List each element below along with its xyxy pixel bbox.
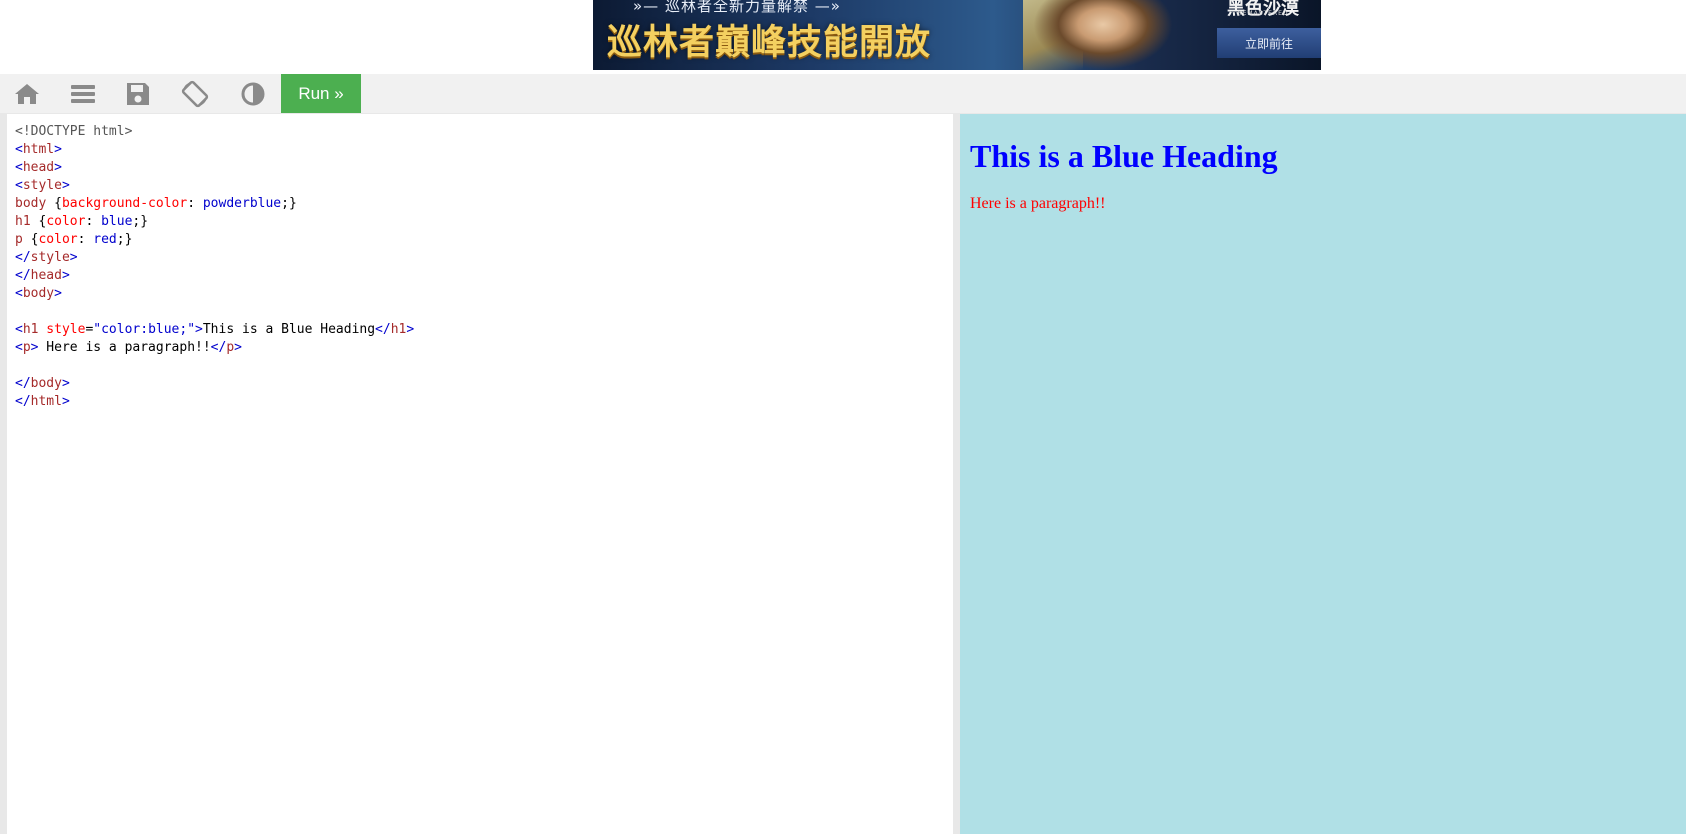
theme-toggle-button[interactable] xyxy=(226,74,280,113)
code-token: > xyxy=(69,250,78,265)
code-token: > xyxy=(234,340,242,355)
run-button[interactable]: Run » xyxy=(281,74,361,113)
code-token: : xyxy=(77,232,94,247)
code-token: head xyxy=(22,160,55,175)
code-token: > xyxy=(61,376,70,391)
code-token: p xyxy=(226,340,235,355)
code-content[interactable]: <!DOCTYPE html> <html> <head> <style> body {… xyxy=(15,123,414,411)
code-token: < xyxy=(15,160,23,175)
code-token: background-color xyxy=(61,196,188,211)
home-icon xyxy=(15,83,39,104)
code-line: <head> xyxy=(15,159,414,177)
code-line: p {color: red;} xyxy=(15,231,414,249)
code-token: > xyxy=(61,178,70,193)
code-token: p xyxy=(15,232,31,247)
code-token: html xyxy=(30,394,62,409)
code-token: > xyxy=(61,394,70,409)
main-area: <!DOCTYPE html> <html> <head> <style> body {… xyxy=(0,113,1686,834)
code-token: > xyxy=(54,286,62,301)
rotate-layout-button[interactable] xyxy=(168,74,222,113)
code-token: style xyxy=(30,250,70,265)
code-token: </ xyxy=(375,322,391,337)
ad-headline: 巡林者巔峰技能開放 xyxy=(607,23,932,63)
code-token: > xyxy=(54,142,62,157)
code-token: powderblue xyxy=(202,196,282,211)
code-token: style xyxy=(22,178,62,193)
code-token: style xyxy=(38,322,86,337)
code-token: blue xyxy=(101,214,133,229)
ad-logo-subtitle: REMASTERED xyxy=(1237,10,1289,17)
code-line: </style> xyxy=(15,249,414,267)
code-editor[interactable]: <!DOCTYPE html> <html> <head> <style> body {… xyxy=(7,114,953,834)
code-token: color xyxy=(46,214,86,229)
code-token: { xyxy=(54,196,62,211)
code-token: </ xyxy=(15,376,31,391)
ad-area: »— 巡林者全新力量解禁 —» 巡林者巔峰技能開放 黑色沙漠 REMASTERE… xyxy=(0,0,1686,74)
code-token: > xyxy=(61,268,70,283)
code-token: body xyxy=(15,196,55,211)
code-token: body xyxy=(30,376,62,391)
ad-cta-button[interactable]: 立即前往 xyxy=(1217,28,1321,58)
ad-banner[interactable]: »— 巡林者全新力量解禁 —» 巡林者巔峰技能開放 黑色沙漠 REMASTERE… xyxy=(593,0,1321,70)
code-token: head xyxy=(30,268,62,283)
code-token: h1 xyxy=(15,214,39,229)
code-token: p xyxy=(22,340,31,355)
code-token: < xyxy=(15,340,23,355)
code-token: < xyxy=(15,322,23,337)
code-token: : xyxy=(85,214,102,229)
code-token: > xyxy=(54,160,62,175)
code-line: <p> Here is a paragraph!!</p> xyxy=(15,339,414,357)
code-token: </ xyxy=(15,268,31,283)
code-token: </ xyxy=(15,394,31,409)
ad-character-image xyxy=(1033,0,1173,70)
result-frame: This is a Blue Heading Here is a paragra… xyxy=(960,114,1686,834)
menu-button[interactable] xyxy=(56,74,110,113)
rotate-icon xyxy=(181,80,209,107)
save-icon xyxy=(127,82,149,105)
code-token: h1 xyxy=(22,322,39,337)
code-token: </ xyxy=(15,250,31,265)
code-token: ;} xyxy=(281,196,297,211)
code-line: </head> xyxy=(15,267,414,285)
menu-icon xyxy=(71,84,95,103)
code-token: color xyxy=(38,232,78,247)
code-token: body xyxy=(22,286,55,301)
code-token: < xyxy=(15,286,23,301)
home-button[interactable] xyxy=(0,74,54,113)
code-token: ;} xyxy=(116,232,133,247)
code-token: h1 xyxy=(390,322,407,337)
code-token: ;} xyxy=(132,214,149,229)
code-token: > xyxy=(406,322,415,337)
code-token: red xyxy=(93,232,117,247)
result-paragraph: Here is a paragraph!! xyxy=(970,195,1106,212)
code-line: <body> xyxy=(15,285,414,303)
code-token: html xyxy=(22,142,55,157)
code-token: "color:blue;" xyxy=(93,322,196,337)
code-line: <!DOCTYPE html> xyxy=(15,123,414,141)
code-token: < xyxy=(15,142,23,157)
code-line: h1 {color: blue;} xyxy=(15,213,414,231)
toolbar: Run » xyxy=(0,74,1686,113)
code-line: body {background-color: powderblue;} xyxy=(15,195,414,213)
code-token: This is a Blue Heading xyxy=(202,322,376,337)
code-line: </html> xyxy=(15,393,414,411)
code-token: < xyxy=(15,178,23,193)
save-button[interactable] xyxy=(111,74,165,113)
pane-splitter[interactable] xyxy=(953,113,960,834)
code-line: </body> xyxy=(15,375,414,393)
result-heading: This is a Blue Heading xyxy=(970,138,1278,174)
code-token: </ xyxy=(210,340,227,355)
code-token: > xyxy=(195,322,203,337)
code-line: <style> xyxy=(15,177,414,195)
code-token: Here is a paragraph!! xyxy=(38,340,211,355)
code-token: <!DOCTYPE html> xyxy=(15,124,133,139)
code-line: <html> xyxy=(15,141,414,159)
code-line: <h1 style="color:blue;">This is a Blue H… xyxy=(15,321,414,339)
contrast-icon xyxy=(241,82,265,105)
code-token: : xyxy=(187,196,203,211)
